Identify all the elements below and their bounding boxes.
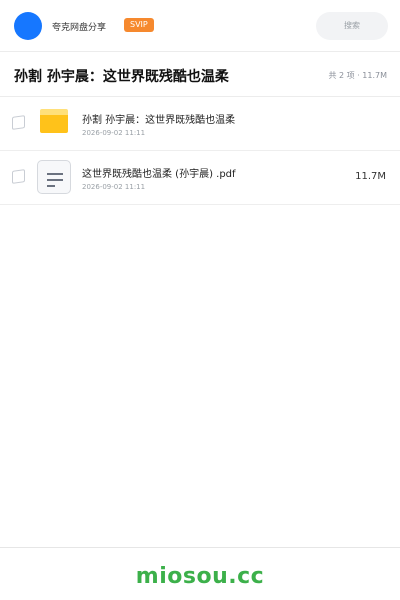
file-date: 2026-09-02 11:11 (82, 129, 146, 137)
site-watermark: miosou.cc (135, 564, 265, 589)
brand-name: 夸克网盘分享 (52, 23, 107, 33)
file-date: 2026-09-02 11:11 (82, 183, 146, 191)
folder-icon (40, 109, 68, 133)
svip-badge[interactable]: SVIP (124, 18, 154, 32)
file-name[interactable]: 这世界既残酷也温柔 (孙宇晨) .pdf (82, 165, 236, 180)
item-summary: 共 2 项 · 11.7M (328, 71, 387, 80)
share-title-bar: 孙割 孙宇晨：这世界既残酷也温柔 共 2 项 · 11.7M (0, 53, 400, 97)
search-input[interactable]: 搜索 (316, 12, 388, 40)
document-icon (37, 160, 71, 194)
footer: miosou.cc (0, 547, 400, 600)
app-header: 夸克网盘分享 SVIP 搜索 (0, 0, 400, 52)
row-checkbox[interactable] (12, 115, 25, 130)
file-row[interactable]: 这世界既残酷也温柔 (孙宇晨) .pdf 2026-09-02 11:11 11… (0, 151, 400, 205)
page-title: 孙割 孙宇晨：这世界既残酷也温柔 (14, 69, 229, 85)
file-name[interactable]: 孙割 孙宇晨：这世界既残酷也温柔 (82, 111, 235, 126)
file-row[interactable]: 孙割 孙宇晨：这世界既残酷也温柔 2026-09-02 11:11 (0, 97, 400, 151)
row-checkbox[interactable] (12, 169, 25, 184)
file-size: 11.7M (355, 171, 386, 182)
avatar[interactable] (14, 12, 42, 40)
